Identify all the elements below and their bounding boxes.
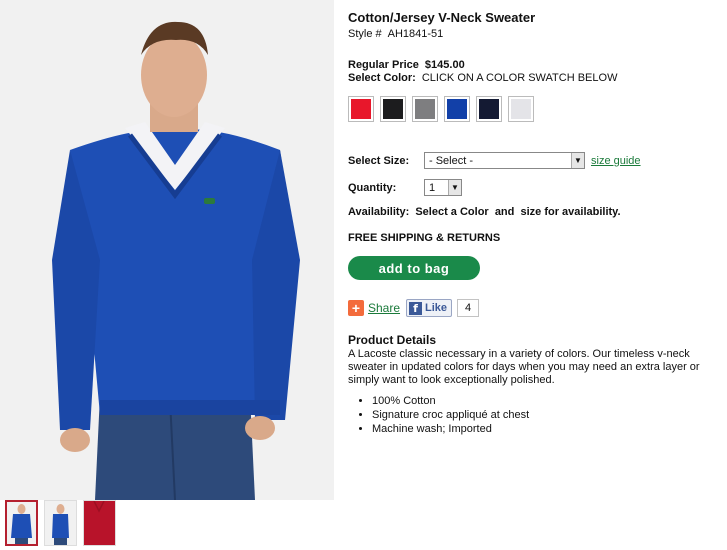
color-line: Select Color: CLICK ON A COLOR SWATCH BEL… [348,72,720,84]
availability-value: Select a Color and size for availability… [415,206,621,218]
size-label: Select Size: [348,154,410,167]
quantity-selected-value: 1 [429,182,436,194]
free-shipping-note: FREE SHIPPING & RETURNS [348,232,501,244]
thumbnail-strip [5,500,116,548]
color-swatches [348,96,720,122]
list-item: 100% Cotton [372,394,720,408]
swatch-fill [447,99,467,119]
swatch-white[interactable] [508,96,534,122]
color-hint: CLICK ON A COLOR SWATCH BELOW [421,72,618,84]
size-row: Select Size: - Select - ▼ size guide [348,152,720,169]
product-title: Cotton/Jersey V-Neck Sweater [348,10,536,25]
price-line: Regular Price $145.00 [348,59,720,71]
size-selected-value: - Select - [429,155,474,167]
swatch-black[interactable] [380,96,406,122]
social-row: + Share f Like 4 [348,299,720,317]
like-count: 4 [457,299,480,317]
swatch-navy[interactable] [476,96,502,122]
list-item: Machine wash; Imported [372,422,720,436]
color-label: Select Color: [348,72,416,84]
swatch-fill [351,99,371,119]
swatch-fill [479,99,499,119]
swatch-fill [415,99,435,119]
product-features-list: 100% Cotton Signature croc appliqué at c… [348,394,720,436]
share-link[interactable]: Share [368,301,400,315]
facebook-like-button[interactable]: f Like [406,299,453,317]
swatch-fill [383,99,403,119]
quantity-select[interactable]: 1 ▼ [424,179,462,196]
quantity-row: Quantity: 1 ▼ [348,179,720,196]
dropdown-arrow-icon: ▼ [448,180,461,195]
swatch-red[interactable] [348,96,374,122]
availability-row: Availability: Select a Color and size for… [348,206,720,218]
swatch-fill [511,99,531,119]
swatch-blue[interactable] [444,96,470,122]
like-label: Like [425,302,448,314]
product-description: A Lacoste classic necessary in a variety… [348,348,700,386]
thumbnail-side[interactable] [44,500,77,546]
price-value: $145.00 [424,59,465,71]
size-guide-link[interactable]: size guide [591,155,641,167]
quantity-label: Quantity: [348,181,397,194]
style-label: Style # [348,28,382,40]
share-plus-icon[interactable]: + [348,300,364,316]
swatch-gray[interactable] [412,96,438,122]
product-details-heading: Product Details [348,333,437,347]
list-item: Signature croc appliqué at chest [372,408,720,422]
price-label: Regular Price [348,59,419,71]
thumbnail-front[interactable] [5,500,38,546]
style-number: AH1841-51 [387,28,444,40]
facebook-icon: f [409,301,423,315]
size-select[interactable]: - Select - ▼ [424,152,585,169]
product-details-panel: Cotton/Jersey V-Neck Sweater Style # AH18… [348,10,720,436]
main-product-image [0,0,334,500]
dropdown-arrow-icon: ▼ [571,153,584,168]
style-line: Style # AH1841-51 [348,28,720,40]
thumbnail-red-sweater[interactable] [83,500,116,546]
add-to-bag-button[interactable]: add to bag [348,256,480,280]
availability-label: Availability: [348,206,410,218]
